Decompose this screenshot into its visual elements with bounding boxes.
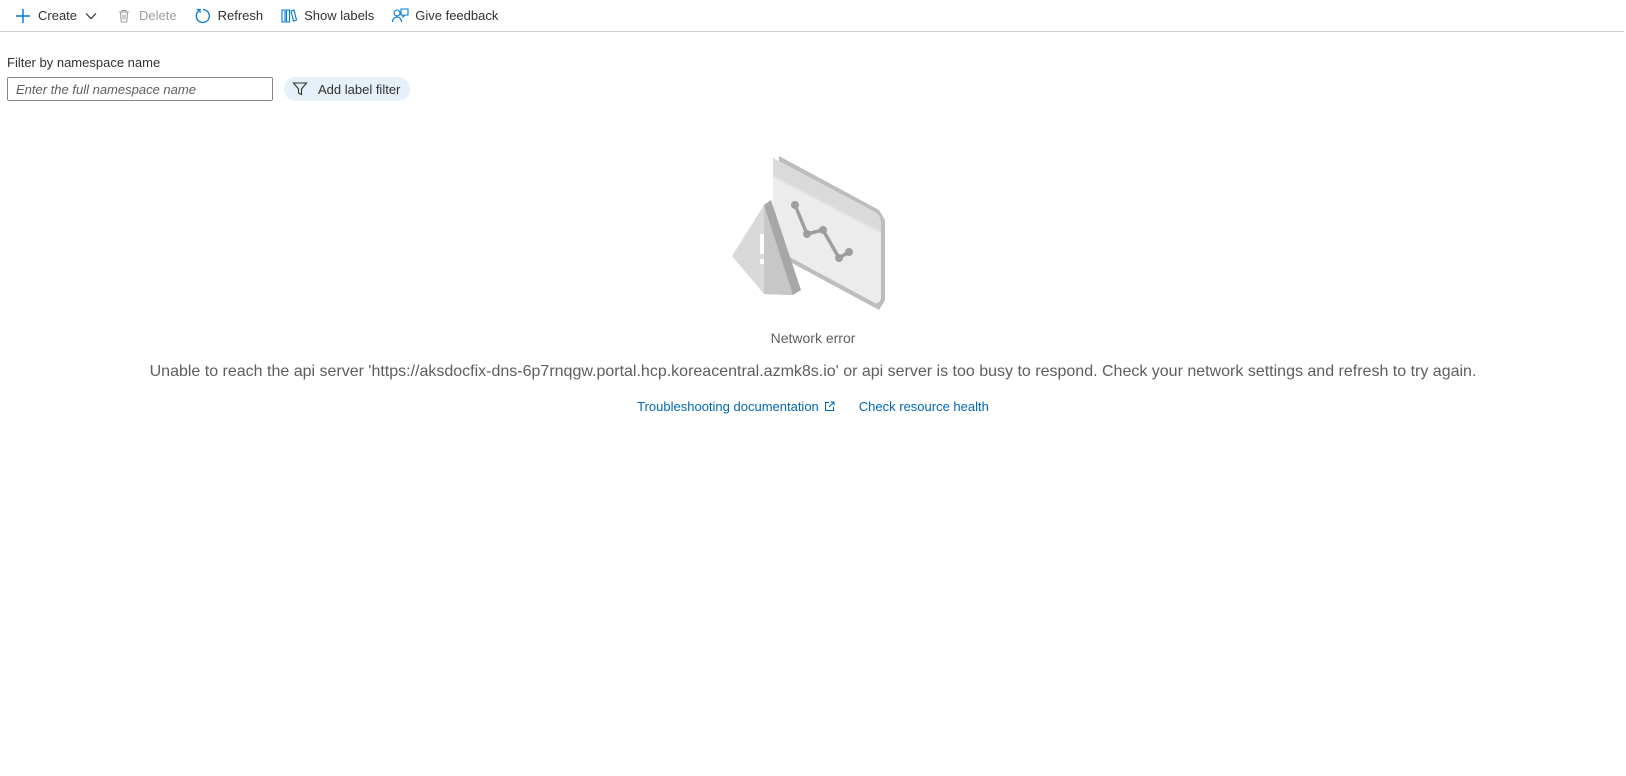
refresh-icon bbox=[193, 6, 213, 26]
delete-button[interactable]: Delete bbox=[114, 0, 177, 32]
trash-icon bbox=[114, 6, 134, 26]
plus-icon bbox=[13, 6, 33, 26]
delete-label: Delete bbox=[139, 8, 177, 23]
add-label-filter-label: Add label filter bbox=[318, 81, 401, 97]
refresh-button[interactable]: Refresh bbox=[193, 0, 264, 32]
give-feedback-label: Give feedback bbox=[415, 8, 499, 23]
error-message: Unable to reach the api server 'https://… bbox=[149, 363, 1477, 380]
create-label: Create bbox=[38, 8, 78, 23]
feedback-icon bbox=[390, 6, 410, 26]
command-bar: Create Delete Refresh Show labels Give f… bbox=[0, 0, 1624, 32]
namespace-filter-label: Filter by namespace name bbox=[7, 55, 161, 70]
error-links: Troubleshooting documentation Check reso… bbox=[0, 399, 1626, 414]
funnel-icon bbox=[292, 81, 308, 97]
external-link-icon bbox=[824, 401, 835, 412]
show-labels-label: Show labels bbox=[304, 8, 375, 23]
give-feedback-button[interactable]: Give feedback bbox=[390, 0, 498, 32]
chevron-down-icon[interactable] bbox=[84, 9, 98, 23]
error-title: Network error bbox=[770, 330, 856, 346]
refresh-label: Refresh bbox=[217, 8, 264, 23]
troubleshooting-documentation-link[interactable]: Troubleshooting documentation bbox=[637, 399, 835, 414]
troubleshooting-documentation-label: Troubleshooting documentation bbox=[637, 399, 819, 414]
check-resource-health-link[interactable]: Check resource health bbox=[859, 399, 989, 414]
create-button[interactable]: Create bbox=[13, 0, 98, 32]
add-label-filter-button[interactable]: Add label filter bbox=[284, 77, 411, 101]
show-labels-button[interactable]: Show labels bbox=[279, 0, 374, 32]
namespace-filter-input[interactable] bbox=[7, 77, 273, 101]
network-error-illustration bbox=[729, 150, 899, 314]
labels-icon bbox=[279, 6, 299, 26]
